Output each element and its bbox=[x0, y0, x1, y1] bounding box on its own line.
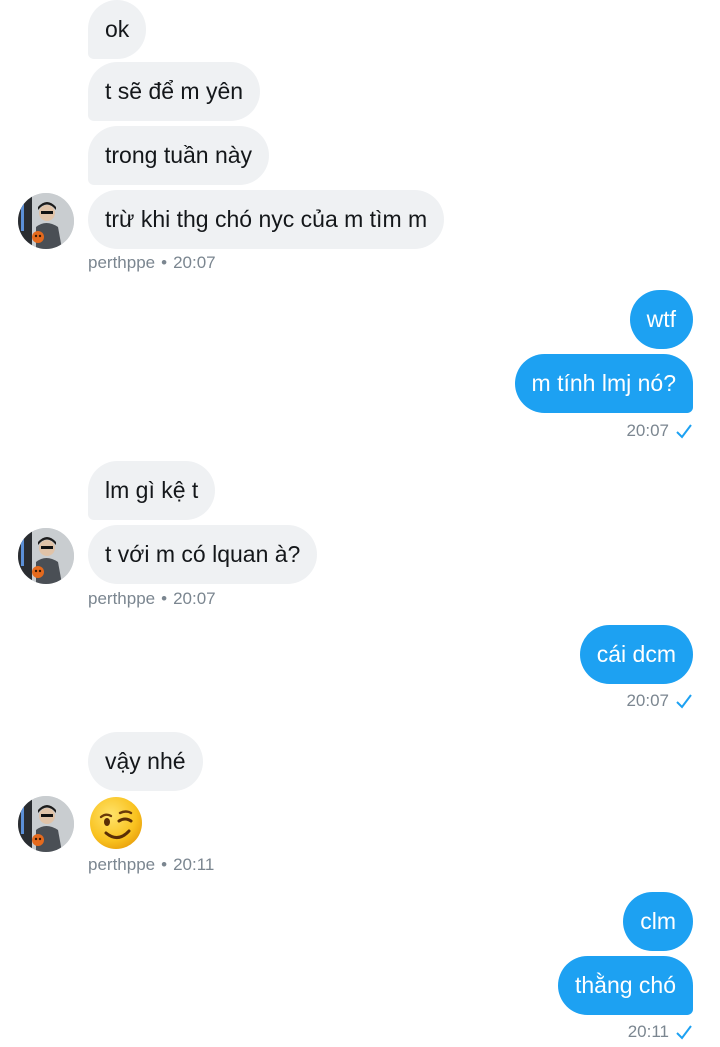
incoming-message-bubble[interactable]: ok bbox=[88, 0, 147, 59]
timestamp: 20:07 bbox=[173, 253, 216, 272]
message-meta: perthppe • 20:07 bbox=[88, 589, 216, 609]
sender-username[interactable]: perthppe bbox=[88, 855, 155, 874]
sent-check-icon bbox=[676, 694, 692, 709]
incoming-message-bubble[interactable]: lm gì kệ t bbox=[88, 461, 216, 520]
separator-dot: • bbox=[161, 253, 168, 272]
sender-avatar[interactable] bbox=[18, 796, 74, 852]
incoming-message-bubble[interactable]: vậy nhé bbox=[88, 732, 203, 791]
timestamp: 20:07 bbox=[173, 589, 216, 608]
incoming-message-bubble[interactable]: trừ khi thg chó nyc của m tìm m bbox=[88, 190, 445, 249]
outgoing-message-bubble[interactable]: cái dcm bbox=[579, 625, 693, 684]
incoming-message-bubble[interactable]: trong tuần này bbox=[88, 126, 270, 185]
separator-dot: • bbox=[161, 855, 168, 874]
timestamp: 20:11 bbox=[627, 1022, 669, 1041]
outgoing-message-bubble[interactable]: wtf bbox=[629, 290, 693, 349]
outgoing-message-bubble[interactable]: clm bbox=[623, 892, 693, 951]
sender-username[interactable]: perthppe bbox=[88, 253, 155, 272]
avatar-image bbox=[18, 528, 74, 584]
outgoing-message-bubble[interactable]: m tính lmj nó? bbox=[514, 354, 693, 413]
sender-avatar[interactable] bbox=[18, 193, 74, 249]
outgoing-message-bubble[interactable]: thằng chó bbox=[557, 956, 693, 1015]
avatar-image bbox=[18, 193, 74, 249]
message-meta: perthppe • 20:07 bbox=[88, 253, 216, 273]
sender-avatar[interactable] bbox=[18, 528, 74, 584]
timestamp: 20:07 bbox=[626, 421, 669, 440]
incoming-message-bubble[interactable]: t với m có lquan à? bbox=[88, 525, 318, 584]
timestamp: 20:11 bbox=[173, 855, 215, 874]
message-meta: perthppe • 20:11 bbox=[88, 855, 214, 875]
sent-check-icon bbox=[676, 1025, 692, 1040]
message-meta: 20:11 bbox=[628, 1022, 693, 1042]
avatar-image bbox=[18, 796, 74, 852]
winking-face-emoji-icon[interactable] bbox=[88, 795, 144, 851]
sender-username[interactable]: perthppe bbox=[88, 589, 155, 608]
message-meta: 20:07 bbox=[626, 691, 693, 711]
separator-dot: • bbox=[161, 589, 168, 608]
timestamp: 20:07 bbox=[626, 691, 669, 710]
incoming-message-bubble[interactable]: t sẽ để m yên bbox=[88, 62, 261, 121]
message-meta: 20:07 bbox=[626, 421, 693, 441]
sent-check-icon bbox=[676, 424, 692, 439]
